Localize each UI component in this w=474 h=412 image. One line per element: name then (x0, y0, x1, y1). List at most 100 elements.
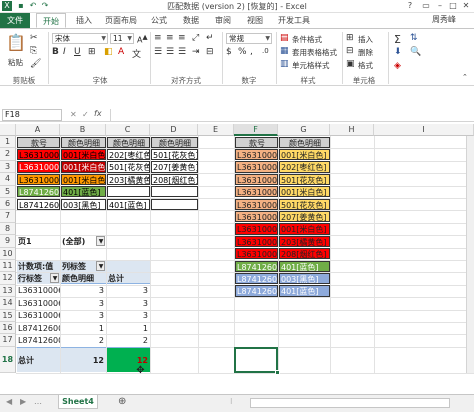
pivot-row-key[interactable]: L363100064 (17, 298, 60, 309)
collapse-ribbon-icon[interactable]: ⌃ (462, 73, 468, 81)
tab-data[interactable]: 数据 (178, 13, 204, 28)
align-center-icon[interactable]: ☰ (166, 47, 174, 57)
data-cell[interactable]: L363100064 (235, 198, 278, 210)
format-as-table-button[interactable]: 套用表格格式 (292, 47, 337, 58)
format-painter-icon[interactable]: 🖌 (30, 59, 41, 69)
row-header-13[interactable]: 13 (0, 284, 16, 298)
data-cell[interactable]: L874126009 (17, 198, 60, 210)
borders-icon[interactable]: ⊞ (88, 47, 96, 57)
pivot-grand-label[interactable]: 总计 (17, 347, 60, 373)
selected-cell-f18[interactable] (234, 346, 278, 373)
pivot-row-count[interactable]: 3 (61, 310, 106, 321)
phonetic-icon[interactable]: 文 (132, 47, 141, 60)
font-name-select[interactable]: 宋体 ▼ (52, 33, 108, 44)
row-header-8[interactable]: 8 (0, 222, 16, 236)
data-cell[interactable]: 001[米白色] (61, 161, 106, 173)
pivot-row-key[interactable]: L874126009 (17, 335, 60, 346)
indent-icon[interactable]: ⇥ (192, 47, 200, 57)
tab-developer[interactable]: 开发工具 (274, 13, 314, 28)
more-sheets-icon[interactable]: … (34, 397, 42, 406)
data-cell[interactable]: 501[花灰色] (279, 198, 330, 210)
pivot-row-total[interactable]: 2 (107, 335, 150, 346)
help-icon[interactable]: ? (402, 0, 418, 12)
row-header-9[interactable]: 9 (0, 235, 16, 248)
data-cell[interactable]: L874126008 (235, 260, 278, 272)
pivot-total-header[interactable]: 总计 (107, 272, 150, 285)
enter-icon[interactable]: ✓ (82, 110, 89, 119)
align-middle-icon[interactable]: ≡ (166, 33, 174, 43)
data-cell[interactable]: L363100064 (17, 161, 60, 173)
filter-dropdown-icon[interactable]: ▼ (96, 236, 105, 247)
cell-styles-button[interactable]: 单元格样式 (292, 60, 330, 71)
new-sheet-icon[interactable]: ⊕ (118, 396, 126, 407)
data-cell[interactable]: 207[姜黄色] (151, 161, 198, 173)
conditional-format-button[interactable]: 条件格式 (292, 34, 322, 45)
paste-button[interactable]: 粘贴 (8, 57, 23, 68)
select-all-corner[interactable] (0, 124, 16, 136)
format-button[interactable]: 格式 (358, 60, 373, 71)
underline-icon[interactable]: U (74, 47, 81, 57)
pivot-row-count[interactable]: 2 (61, 335, 106, 346)
fill-handle[interactable] (275, 369, 280, 375)
header-cell[interactable]: 颜色明细 (61, 136, 106, 148)
vertical-scrollbar[interactable] (466, 136, 474, 373)
bold-icon[interactable]: B (52, 47, 59, 57)
column-header-e[interactable]: E (198, 124, 234, 136)
data-cell[interactable]: 401[蓝色] (279, 260, 330, 272)
formula-input[interactable] (110, 109, 470, 121)
conditional-format-icon[interactable]: ▤ (280, 33, 289, 43)
user-name[interactable]: 周秀峰 (432, 14, 456, 25)
row-header-3[interactable]: 3 (0, 160, 16, 174)
data-cell[interactable]: 207[姜黄色] (279, 210, 330, 223)
pivot-title[interactable]: 计数项:值 (17, 260, 60, 272)
data-cell[interactable]: 501[花灰色] (107, 161, 150, 173)
column-header-h[interactable]: H (330, 124, 374, 136)
pivot-filter-label[interactable]: 页1 (17, 236, 60, 247)
header-cell[interactable]: 颜色明细 (151, 136, 198, 148)
row-header-7[interactable]: 7 (0, 210, 16, 223)
data-cell[interactable]: L874126008 (17, 186, 60, 198)
fill-icon[interactable]: ⬇ (394, 47, 402, 57)
row-header-5[interactable]: 5 (0, 185, 16, 198)
data-cell[interactable]: 003[黑色] (279, 272, 330, 285)
next-sheet-icon[interactable]: ▶ (20, 397, 26, 406)
row-header-18[interactable]: 18 (0, 346, 16, 373)
data-cell[interactable]: L363100064 (235, 161, 278, 173)
comma-icon[interactable]: , (250, 47, 253, 57)
paste-icon[interactable]: 📋 (6, 33, 26, 55)
pivot-grand-value[interactable]: 12 (61, 347, 106, 373)
data-cell[interactable]: 501[花灰色] (151, 148, 198, 161)
data-cell[interactable]: L363100064 (235, 173, 278, 186)
data-cell[interactable] (107, 186, 150, 198)
data-cell[interactable]: 001[米白色] (279, 148, 330, 161)
wrap-text-icon[interactable]: ↵ (206, 33, 214, 43)
column-header-g[interactable]: G (278, 124, 330, 136)
font-color-icon[interactable]: A (118, 47, 124, 57)
data-cell[interactable]: L363100064 (235, 223, 278, 235)
horizontal-scrollbar[interactable] (250, 398, 450, 408)
data-cell[interactable]: 501[花灰色] (279, 173, 330, 186)
data-cell[interactable]: 202[枣红色] (279, 161, 330, 173)
cut-icon[interactable]: ✂ (30, 33, 38, 43)
decimal-icon[interactable]: .0 (262, 47, 269, 55)
data-cell[interactable]: L363100064 (235, 210, 278, 223)
row-label-dropdown-icon[interactable]: ▼ (50, 273, 59, 284)
number-format-select[interactable]: 常规 ▼ (226, 33, 272, 44)
cancel-icon[interactable]: ✕ (70, 110, 77, 119)
align-top-icon[interactable]: ≡ (154, 33, 162, 43)
tab-page-layout[interactable]: 页面布局 (100, 13, 142, 28)
pivot-row-total[interactable]: 1 (107, 323, 150, 334)
data-cell[interactable] (151, 198, 198, 210)
pivot-row-count[interactable]: 3 (61, 285, 106, 296)
row-header-6[interactable]: 6 (0, 198, 16, 211)
data-cell[interactable]: L363100064 (17, 173, 60, 186)
data-cell[interactable]: 001[米白色] (61, 148, 106, 161)
data-cell[interactable]: L874126009 (235, 285, 278, 297)
column-header-d[interactable]: D (150, 124, 198, 136)
pivot-row-count[interactable]: 3 (61, 298, 106, 309)
insert-button[interactable]: 插入 (358, 34, 373, 45)
worksheet-grid[interactable]: A B C D E F G H I 1 2 3 4 5 6 7 8 9 10 11 12 13 14 15 16 17 18 款号 颜色… (0, 124, 474, 394)
data-cell[interactable]: L874126009 (235, 272, 278, 285)
row-header-2[interactable]: 2 (0, 148, 16, 161)
header-cell[interactable]: 颜色明细 (279, 136, 330, 148)
